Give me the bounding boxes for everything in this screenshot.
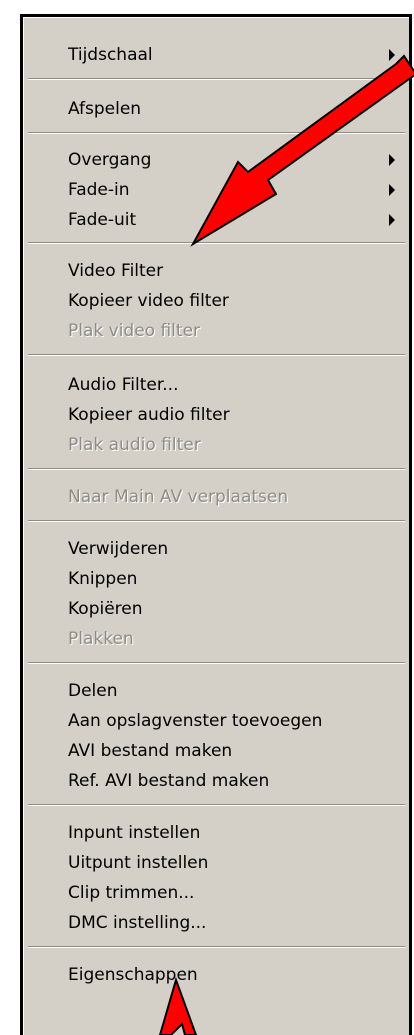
menu-separator — [28, 946, 405, 948]
menu-item-label: Clip trimmen... — [68, 883, 195, 903]
menu-item-ref-avi-bestand-maken[interactable]: Ref. AVI bestand maken — [68, 766, 399, 796]
menu-item-knippen[interactable]: Knippen — [68, 564, 399, 594]
menu-item-overgang[interactable]: Overgang — [68, 145, 399, 175]
menu-item-label: Eigenschappen — [68, 965, 198, 985]
menu-item-fade-in[interactable]: Fade-in — [68, 175, 399, 205]
menu-item-fade-uit[interactable]: Fade-uit — [68, 205, 399, 235]
menu-item-verwijderen[interactable]: Verwijderen — [68, 534, 399, 564]
menu-item-tijdschaal[interactable]: Tijdschaal — [68, 40, 399, 70]
menu-item-label: Fade-uit — [68, 210, 137, 230]
menu-item-label: Kopiëren — [68, 599, 143, 619]
menu-item-label: Inpunt instellen — [68, 823, 201, 843]
menu-item-label: Naar Main AV verplaatsen — [68, 487, 289, 507]
menu-separator — [28, 132, 405, 134]
menu-item-label: Fade-in — [68, 180, 130, 200]
menu-item-label: Aan opslagvenster toevoegen — [68, 711, 323, 731]
menu-item-label: Ref. AVI bestand maken — [68, 771, 270, 791]
menu-separator — [28, 468, 405, 470]
menu-item-clip-trimmen[interactable]: Clip trimmen... — [68, 878, 399, 908]
menu-item-label: Plakken — [68, 629, 134, 649]
menu-item-uitpunt-instellen[interactable]: Uitpunt instellen — [68, 848, 399, 878]
menu-item-label: DMC instelling... — [68, 913, 207, 933]
menu-item-kopieren[interactable]: Kopiëren — [68, 594, 399, 624]
menu-item-naar-main-av-verplaatsen: Naar Main AV verplaatsen — [68, 482, 399, 512]
menu-separator — [28, 662, 405, 664]
menu-item-label: Tijdschaal — [68, 45, 153, 65]
menu-item-label: Overgang — [68, 150, 152, 170]
menu-item-label: Delen — [68, 681, 118, 701]
menu-item-label: Audio Filter... — [68, 375, 179, 395]
menu-item-label: Uitpunt instellen — [68, 853, 209, 873]
menu-item-label: Knippen — [68, 569, 138, 589]
menu-item-avi-bestand-maken[interactable]: AVI bestand maken — [68, 736, 399, 766]
menu-separator — [28, 78, 405, 80]
menu-item-label: Kopieer video filter — [68, 291, 229, 311]
submenu-arrow-icon — [389, 214, 395, 226]
menu-item-dmc-instelling[interactable]: DMC instelling... — [68, 908, 399, 938]
submenu-arrow-icon — [389, 184, 395, 196]
menu-item-eigenschappen[interactable]: Eigenschappen — [68, 960, 399, 990]
menu-separator — [28, 520, 405, 522]
menu-item-plak-audio-filter: Plak audio filter — [68, 430, 399, 460]
menu-item-label: Video Filter — [68, 261, 164, 281]
menu-bevel: Tijdschaal Afspelen Overgang Fade-in Fad… — [23, 17, 409, 1035]
menu-item-delen[interactable]: Delen — [68, 676, 399, 706]
submenu-arrow-icon — [389, 154, 395, 166]
menu-separator — [28, 354, 405, 356]
menu-item-plakken: Plakken — [68, 624, 399, 654]
menu-separator — [28, 242, 405, 244]
menu-item-label: Plak audio filter — [68, 435, 201, 455]
menu-item-label: Plak video filter — [68, 321, 201, 341]
menu-item-kopieer-audio-filter[interactable]: Kopieer audio filter — [68, 400, 399, 430]
menu-item-inpunt-instellen[interactable]: Inpunt instellen — [68, 818, 399, 848]
menu-item-label: AVI bestand maken — [68, 741, 233, 761]
menu-separator — [28, 804, 405, 806]
menu-item-video-filter[interactable]: Video Filter — [68, 256, 399, 286]
menu-item-plak-video-filter: Plak video filter — [68, 316, 399, 346]
menu-item-audio-filter[interactable]: Audio Filter... — [68, 370, 399, 400]
menu-item-afspelen[interactable]: Afspelen — [68, 94, 399, 124]
menu-item-label: Afspelen — [68, 99, 142, 119]
menu-item-aan-opslagvenster-toevoegen[interactable]: Aan opslagvenster toevoegen — [68, 706, 399, 736]
screenshot-stage: Tijdschaal Afspelen Overgang Fade-in Fad… — [0, 0, 414, 1035]
context-menu: Tijdschaal Afspelen Overgang Fade-in Fad… — [20, 14, 412, 1035]
submenu-arrow-icon — [389, 49, 395, 61]
menu-item-label: Verwijderen — [68, 539, 169, 559]
menu-item-label: Kopieer audio filter — [68, 405, 230, 425]
menu-item-kopieer-video-filter[interactable]: Kopieer video filter — [68, 286, 399, 316]
